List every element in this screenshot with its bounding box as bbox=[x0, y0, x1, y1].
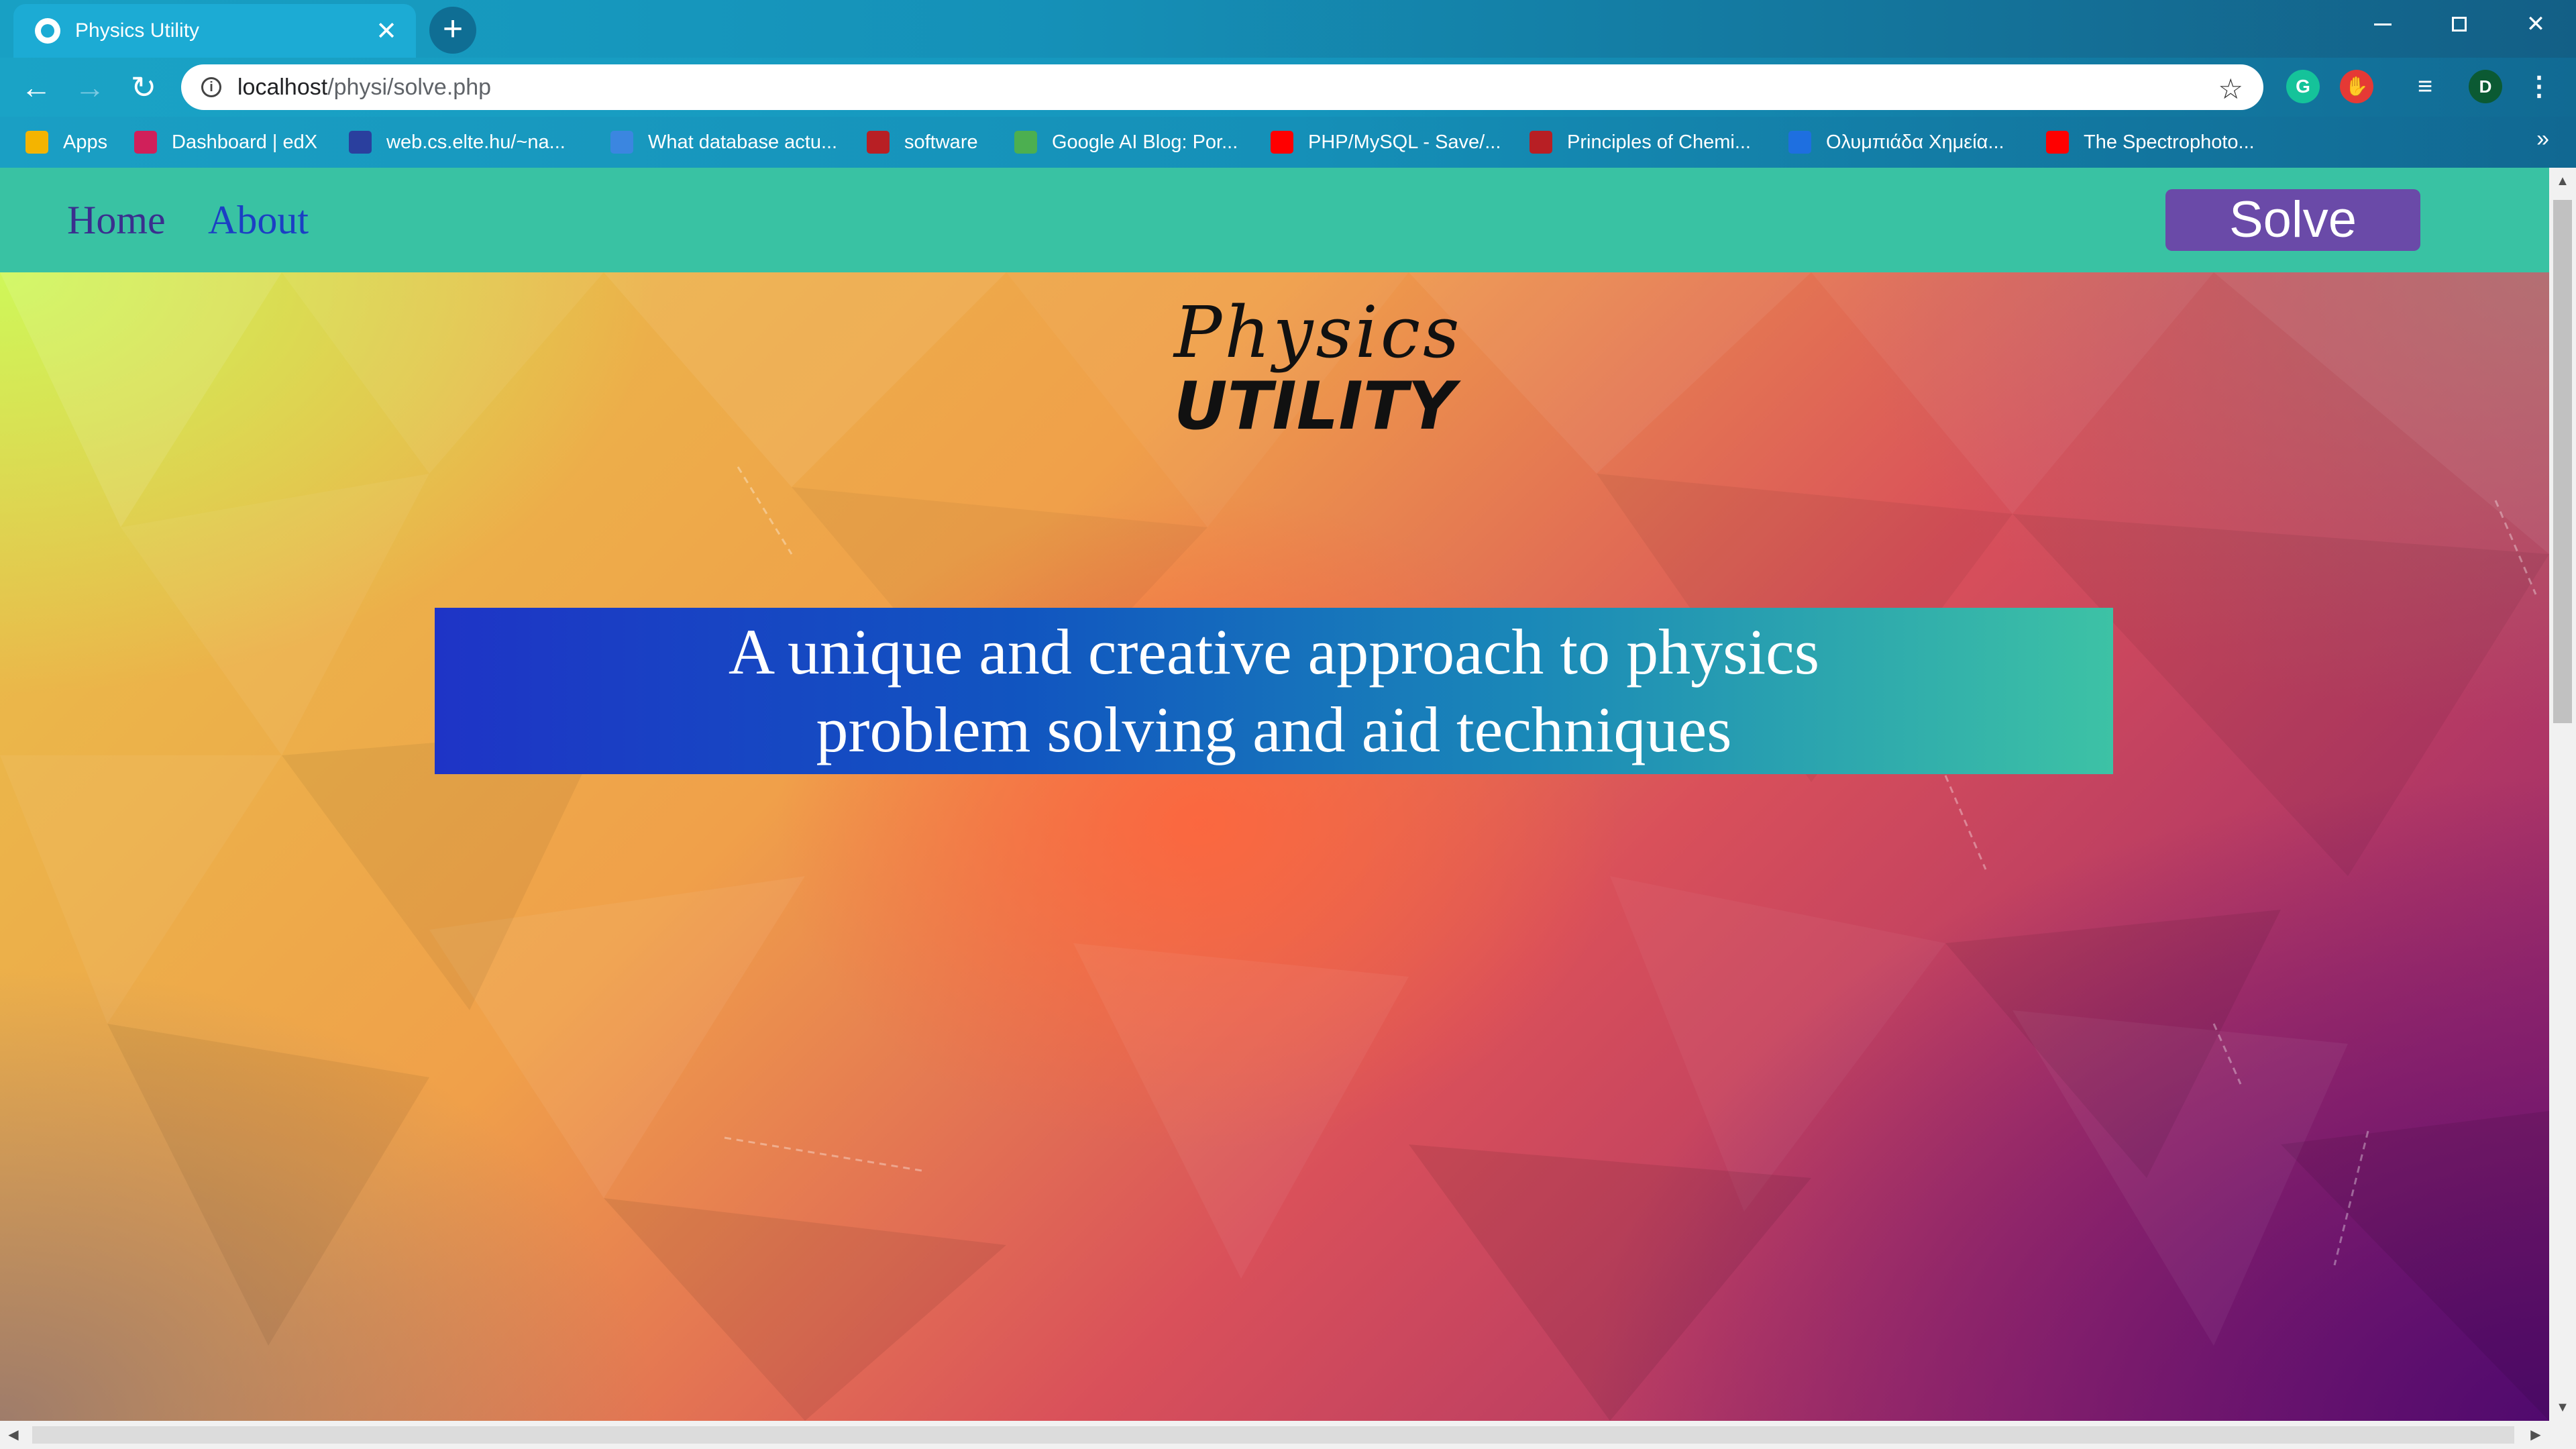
vertical-scroll-thumb[interactable] bbox=[2553, 200, 2572, 723]
vertical-scrollbar[interactable]: ▲ ▼ bbox=[2549, 168, 2576, 1421]
bookmark-principles-chem[interactable]: Principles of Chemi... bbox=[1529, 127, 1751, 157]
bookmark-spectrophoto[interactable]: The Spectrophoto... bbox=[2046, 127, 2255, 157]
forward-button[interactable]: → bbox=[68, 66, 111, 109]
page-viewport: Home About Solve Physics UTILITY A uniqu… bbox=[0, 168, 2549, 1421]
physics-utility-logo: Physics UTILITY bbox=[1174, 291, 1462, 453]
bookmark-label: Apps bbox=[63, 131, 108, 153]
google-ai-icon bbox=[1014, 131, 1037, 154]
scroll-right-arrow-icon[interactable]: ▶ bbox=[2522, 1421, 2549, 1449]
minimize-button[interactable] bbox=[2345, 0, 2420, 48]
tab-close-icon[interactable]: ✕ bbox=[373, 16, 400, 46]
reload-button[interactable]: ↻ bbox=[122, 66, 165, 109]
bookmark-label: PHP/MySQL - Save/... bbox=[1308, 131, 1501, 153]
solve-button[interactable]: Solve bbox=[2165, 189, 2420, 251]
bookmark-software[interactable]: software bbox=[867, 127, 978, 157]
horizontal-scrollbar[interactable]: ◀ ▶ bbox=[0, 1421, 2576, 1449]
hero-section: Physics UTILITY A unique and creative ap… bbox=[0, 272, 2549, 1421]
logo-top-text: Physics bbox=[1174, 291, 1462, 374]
browser-tab[interactable]: Physics Utility ✕ bbox=[13, 4, 416, 58]
grammarly-extension-icon[interactable]: G bbox=[2286, 70, 2320, 103]
minimize-icon bbox=[2374, 23, 2392, 25]
nav-home-link[interactable]: Home bbox=[67, 197, 166, 244]
elte-icon bbox=[349, 131, 372, 154]
bookmark-edx[interactable]: Dashboard | edX bbox=[134, 127, 317, 157]
new-tab-button[interactable]: + bbox=[429, 7, 476, 54]
bookmark-apps[interactable]: Apps bbox=[25, 127, 107, 157]
bookmarks-overflow-icon[interactable]: » bbox=[2536, 126, 2549, 152]
blocker-extension-icon[interactable]: ✋ bbox=[2340, 70, 2373, 103]
horizontal-scroll-thumb[interactable] bbox=[32, 1426, 2514, 1444]
bookmark-olympiad[interactable]: Ολυμπιάδα Χημεία... bbox=[1788, 127, 2004, 157]
logo-bottom-text: UTILITY bbox=[1174, 368, 1456, 445]
database-icon bbox=[610, 131, 633, 154]
url-host: localhost bbox=[237, 74, 328, 100]
restore-button[interactable] bbox=[2422, 0, 2497, 48]
restore-icon bbox=[2452, 17, 2467, 32]
bookmark-star-icon[interactable]: ☆ bbox=[2218, 72, 2243, 105]
site-info-icon[interactable]: i bbox=[201, 77, 221, 97]
back-button[interactable]: ← bbox=[15, 66, 58, 109]
bookmark-database[interactable]: What database actu... bbox=[610, 127, 837, 157]
bookmark-label: Dashboard | edX bbox=[172, 131, 318, 153]
address-url[interactable]: localhost/physi/solve.php bbox=[237, 74, 491, 101]
site-navbar: Home About Solve bbox=[0, 168, 2549, 272]
window-close-button[interactable]: ✕ bbox=[2498, 0, 2573, 48]
profile-avatar[interactable]: D bbox=[2469, 70, 2502, 103]
bookmarks-bar: Apps Dashboard | edX web.cs.elte.hu/~na.… bbox=[0, 117, 2576, 168]
apps-grid-icon bbox=[25, 131, 48, 154]
tab-title: Physics Utility bbox=[75, 19, 200, 42]
tagline-line-2: problem solving and aid techniques bbox=[816, 694, 1732, 765]
nav-about-link[interactable]: About bbox=[208, 197, 309, 244]
browser-title-bar: Physics Utility ✕ + ✕ bbox=[0, 0, 2576, 58]
bookmark-label: The Spectrophoto... bbox=[2084, 131, 2255, 153]
youtube-icon bbox=[1271, 131, 1293, 154]
bookmark-label: web.cs.elte.hu/~na... bbox=[386, 131, 566, 153]
scroll-left-arrow-icon[interactable]: ◀ bbox=[0, 1421, 27, 1449]
tagline-line-1: A unique and creative approach to physic… bbox=[728, 616, 1820, 688]
bookmark-label: Google AI Blog: Por... bbox=[1052, 131, 1238, 153]
tagline-banner: A unique and creative approach to physic… bbox=[435, 608, 2113, 774]
scroll-up-arrow-icon[interactable]: ▲ bbox=[2549, 168, 2576, 195]
dropbox-icon bbox=[1788, 131, 1811, 154]
browser-toolbar: ← → ↻ i localhost/physi/solve.php ☆ G ✋ … bbox=[0, 58, 2576, 117]
bookmark-label: software bbox=[904, 131, 978, 153]
browser-menu-icon[interactable]: ⋮ bbox=[2522, 70, 2556, 103]
bookmark-label: Principles of Chemi... bbox=[1567, 131, 1751, 153]
globe-icon bbox=[35, 18, 60, 44]
scroll-down-arrow-icon[interactable]: ▼ bbox=[2549, 1394, 2576, 1421]
bookmark-label: Ολυμπιάδα Χημεία... bbox=[1826, 131, 2004, 153]
mit-ocw-icon bbox=[867, 131, 890, 154]
bookmark-php-mysql[interactable]: PHP/MySQL - Save/... bbox=[1271, 127, 1501, 157]
edx-icon bbox=[134, 131, 157, 154]
bookmark-elte[interactable]: web.cs.elte.hu/~na... bbox=[349, 127, 566, 157]
address-bar[interactable]: i localhost/physi/solve.php ☆ bbox=[181, 64, 2263, 110]
media-control-icon[interactable]: ≡ bbox=[2408, 70, 2442, 103]
bookmark-google-ai[interactable]: Google AI Blog: Por... bbox=[1014, 127, 1238, 157]
bookmark-label: What database actu... bbox=[648, 131, 838, 153]
url-path: /physi/solve.php bbox=[327, 74, 492, 100]
mit-ocw-icon bbox=[1529, 131, 1552, 154]
youtube-icon bbox=[2046, 131, 2069, 154]
